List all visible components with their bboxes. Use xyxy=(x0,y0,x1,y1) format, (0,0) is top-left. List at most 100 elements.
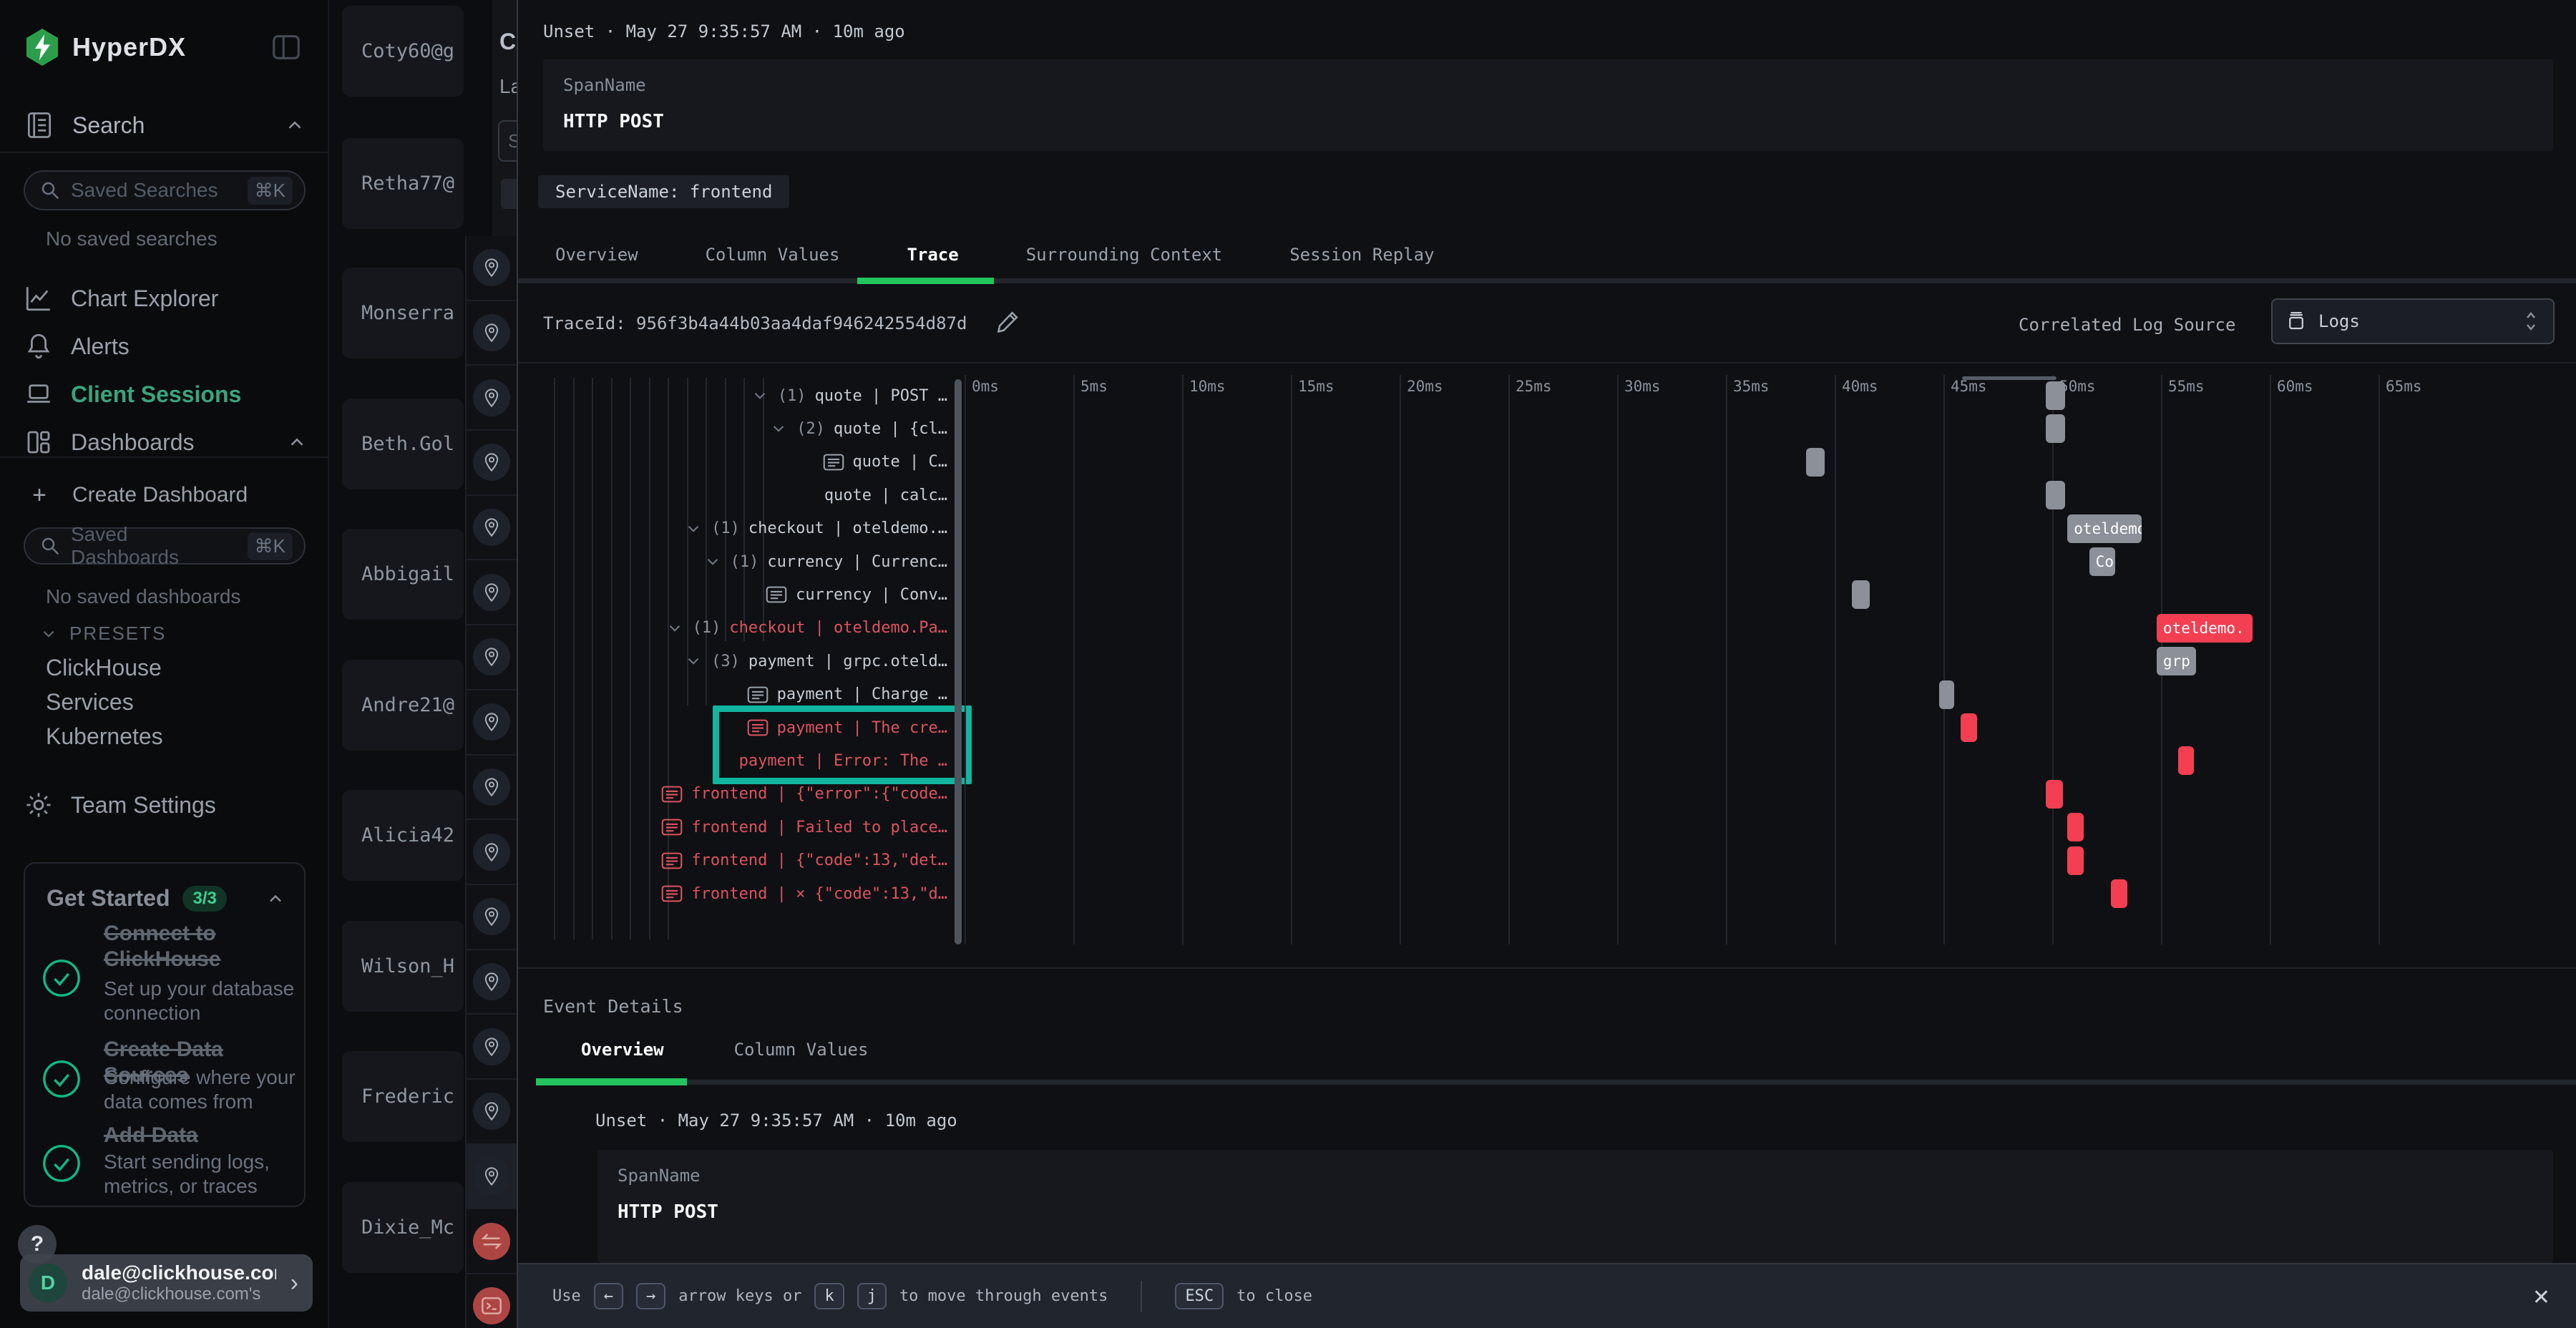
sidebar-section-search[interactable]: Search xyxy=(24,107,306,143)
location-pin-icon[interactable] xyxy=(473,509,510,546)
location-pin-icon[interactable] xyxy=(473,249,510,286)
trace-span-row[interactable]: frontend | × {"code":13,"d… xyxy=(547,877,947,910)
session-list-item[interactable]: Coty60@g xyxy=(342,6,464,97)
trace-span-bar[interactable] xyxy=(2067,846,2084,875)
session-list-item[interactable]: Wilson_H xyxy=(342,921,464,1012)
session-event-row[interactable] xyxy=(467,431,517,496)
session-event-row[interactable] xyxy=(467,496,517,561)
trace-span-bar[interactable]: oteldemo. xyxy=(2157,614,2253,643)
session-list-item[interactable]: Alicia42 xyxy=(342,790,464,881)
tab-trace[interactable]: Trace xyxy=(907,245,958,265)
trace-span-row[interactable]: (1)currency | Currenc… xyxy=(547,545,947,578)
get-started-item-title[interactable]: Connect to ClickHouse xyxy=(104,921,297,972)
left-arrow-key[interactable]: ← xyxy=(594,1283,623,1309)
trace-span-bar[interactable] xyxy=(2111,879,2127,908)
close-icon[interactable]: ✕ xyxy=(2532,1285,2550,1310)
right-arrow-key[interactable]: → xyxy=(636,1283,665,1309)
user-menu[interactable]: D dale@clickhouse.com dale@clickhouse.co… xyxy=(20,1254,313,1312)
waterfall-horizontal-scrollbar[interactable] xyxy=(1962,376,2057,380)
preset-link-kubernetes[interactable]: Kubernetes xyxy=(46,723,163,750)
location-pin-icon[interactable] xyxy=(473,638,510,675)
trace-span-bar[interactable]: oteldemo. xyxy=(2067,514,2141,543)
chevron-down-icon[interactable] xyxy=(684,652,703,670)
session-list-item[interactable]: Monserra xyxy=(342,268,464,358)
preset-link-services[interactable]: Services xyxy=(46,689,134,716)
trace-span-row[interactable]: (1)checkout | oteldemo.… xyxy=(547,512,947,545)
trace-span-row[interactable]: frontend | {"error":{"code… xyxy=(547,778,947,811)
session-event-row[interactable] xyxy=(467,756,517,821)
preset-link-clickhouse[interactable]: ClickHouse xyxy=(46,655,162,681)
session-list-item[interactable]: Andre21@ xyxy=(342,660,464,751)
location-pin-icon[interactable] xyxy=(473,444,510,481)
sidebar-item-client-sessions[interactable]: Client Sessions xyxy=(0,371,328,417)
trace-span-row[interactable]: payment | Error: The … xyxy=(547,744,947,777)
session-event-row[interactable] xyxy=(467,950,517,1015)
trace-span-row[interactable]: currency | Conv… xyxy=(547,578,947,611)
session-event-row[interactable] xyxy=(467,1145,517,1210)
chevron-down-icon[interactable] xyxy=(751,386,769,405)
session-event-row[interactable] xyxy=(467,885,517,950)
session-list-item[interactable]: Abbigail xyxy=(342,529,464,620)
chevron-down-icon[interactable] xyxy=(769,419,788,438)
tab-overview[interactable]: Overview xyxy=(581,1040,664,1060)
session-event-row[interactable] xyxy=(467,1080,517,1145)
chevron-down-icon[interactable] xyxy=(703,552,722,571)
trace-span-row[interactable]: frontend | {"code":13,"det… xyxy=(547,844,947,877)
location-pin-icon[interactable] xyxy=(473,703,510,741)
location-pin-icon[interactable] xyxy=(473,379,510,416)
sidebar-item-team-settings[interactable]: Team Settings xyxy=(24,787,306,823)
tab-column-values[interactable]: Column Values xyxy=(734,1040,869,1060)
location-pin-icon[interactable] xyxy=(473,314,510,351)
trace-span-bar[interactable] xyxy=(2046,780,2063,809)
trace-span-bar[interactable] xyxy=(2046,481,2065,509)
session-list-item[interactable]: Retha77@ xyxy=(342,138,464,229)
session-error-event-row[interactable] xyxy=(467,1209,517,1274)
trace-span-row[interactable]: quote | C… xyxy=(547,446,947,479)
location-pin-icon[interactable] xyxy=(473,963,510,1000)
location-pin-icon[interactable] xyxy=(473,898,510,935)
tab-session-replay[interactable]: Session Replay xyxy=(1289,245,1434,265)
trace-span-row[interactable]: frontend | Failed to place… xyxy=(547,811,947,844)
k-key[interactable]: k xyxy=(814,1283,844,1309)
presets-toggle[interactable]: PRESETS xyxy=(39,622,166,645)
saved-dashboards-input[interactable]: Saved Dashboards ⌘K xyxy=(24,527,306,565)
chevron-down-icon[interactable] xyxy=(684,519,703,538)
tab-surrounding-context[interactable]: Surrounding Context xyxy=(1026,245,1223,265)
chevron-down-icon[interactable] xyxy=(665,619,684,638)
sidebar-item-dashboards[interactable]: Dashboards xyxy=(0,419,328,465)
session-error-event-row[interactable] xyxy=(467,1274,517,1328)
saved-searches-input[interactable]: Saved Searches ⌘K xyxy=(24,170,306,210)
trace-span-bar[interactable]: grp xyxy=(2157,647,2196,675)
trace-span-row[interactable]: (1)checkout | oteldemo.Pa… xyxy=(547,612,947,645)
edit-icon[interactable] xyxy=(995,308,1022,335)
session-list-item[interactable]: Beth.Gol xyxy=(342,399,464,489)
terminal-icon[interactable] xyxy=(473,1287,510,1324)
collapse-sidebar-icon[interactable] xyxy=(267,28,306,67)
location-pin-icon[interactable] xyxy=(473,834,510,871)
session-event-row[interactable] xyxy=(467,1015,517,1080)
session-event-row[interactable] xyxy=(467,625,517,690)
session-event-row[interactable] xyxy=(467,301,517,366)
trace-span-bar[interactable] xyxy=(2178,746,2193,775)
get-started-item-title[interactable]: Add Data xyxy=(104,1123,297,1148)
session-list-item[interactable]: Dixie_Mc xyxy=(342,1182,464,1273)
session-event-row[interactable] xyxy=(467,820,517,885)
trace-span-bar[interactable] xyxy=(1939,680,1954,709)
trace-span-bar[interactable] xyxy=(2067,813,2084,841)
chevron-up-icon[interactable] xyxy=(284,114,306,136)
trace-span-row[interactable]: (3)payment | grpc.oteld… xyxy=(547,645,947,678)
session-event-row[interactable] xyxy=(467,690,517,756)
sidebar-item-alerts[interactable]: Alerts xyxy=(0,323,328,369)
peek-search-input[interactable]: Sea xyxy=(498,120,517,162)
session-event-row[interactable] xyxy=(467,236,517,301)
trace-span-row[interactable]: quote | calc… xyxy=(547,479,947,512)
waterfall-vertical-scrollbar[interactable] xyxy=(955,379,962,944)
sidebar-item-chart-explorer[interactable]: Chart Explorer xyxy=(0,275,328,321)
trace-span-row[interactable]: (2)quote | {cl… xyxy=(547,412,947,445)
session-list-item[interactable]: Frederic xyxy=(342,1051,464,1142)
location-pin-icon[interactable] xyxy=(473,574,510,611)
service-name-chip[interactable]: ServiceName: frontend xyxy=(538,175,789,208)
session-event-row[interactable] xyxy=(467,560,517,625)
trace-span-bar[interactable] xyxy=(2046,381,2065,410)
j-key[interactable]: j xyxy=(857,1283,887,1309)
